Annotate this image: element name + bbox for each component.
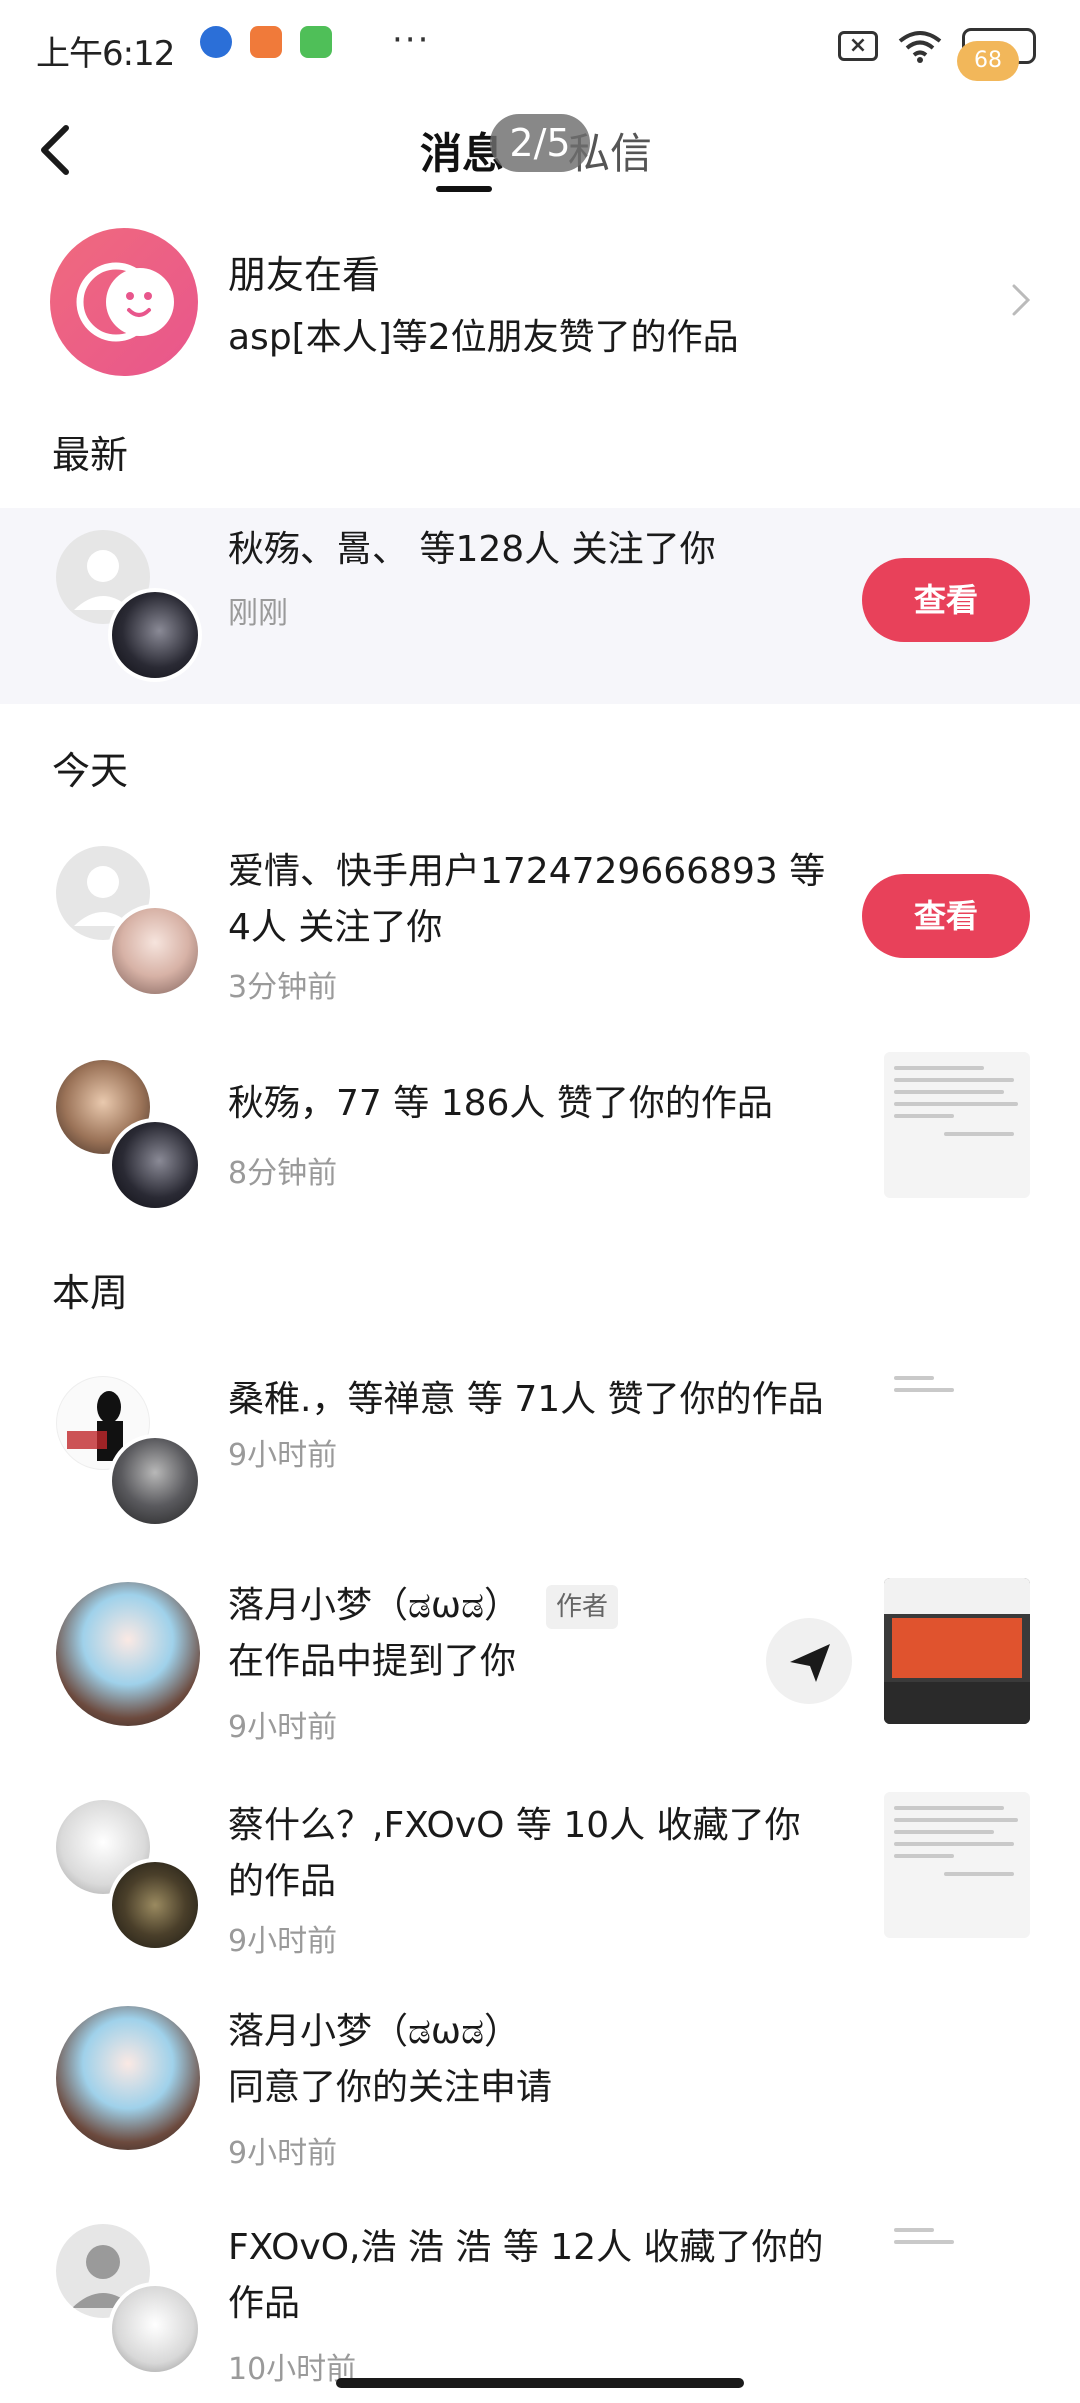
avatar (56, 2006, 200, 2150)
notification-item[interactable]: 秋殇，77 等 186人 赞了你的作品 8分钟前 (0, 1050, 1080, 1220)
home-indicator[interactable] (336, 2378, 744, 2388)
telegram-icon (200, 26, 232, 58)
notification-time: 9小时前 (228, 1438, 338, 1473)
notification-name-row: 落月小梦（ಡωಡ） 作者 (228, 1578, 619, 1634)
page-indicator: 2/5 (490, 114, 590, 172)
avatar-stack (56, 2006, 206, 2156)
section-label-latest: 最新 (52, 433, 129, 477)
notification-item[interactable]: 桑稚.，等禅意 等 71人 赞了你的作品 9小时前 (0, 1366, 1080, 1536)
post-thumbnail[interactable] (884, 1366, 1030, 1512)
status-time: 上午6:12 (36, 34, 175, 74)
friends-watching-title: 朋友在看 (228, 253, 381, 297)
view-button[interactable]: 查看 (862, 558, 1030, 642)
avatar (56, 1582, 200, 1726)
notification-item[interactable]: 蔡什么？,FXOvO 等 10人 收藏了你 的作品 9小时前 (0, 1790, 1080, 1960)
section-label-this-week: 本周 (52, 1271, 129, 1315)
post-thumbnail[interactable] (884, 1578, 1030, 1724)
avatar-stack (56, 1582, 206, 1732)
avatar-stack (56, 1800, 206, 1952)
notification-time: 9小时前 (228, 1924, 338, 1959)
wifi-icon (898, 31, 942, 63)
status-notification-icons (200, 26, 332, 58)
notification-time: 8分钟前 (228, 1156, 338, 1191)
more-notifications-icon: ··· (392, 20, 431, 60)
notification-item[interactable]: 落月小梦（ಡωಡ） 作者 在作品中提到了你 9小时前 (0, 1578, 1080, 1748)
notification-item[interactable]: 秋殇、暠、 等128人 关注了你 刚刚 查看 (0, 508, 1080, 704)
notification-time: 10小时前 (228, 2352, 357, 2384)
notification-item[interactable]: FXOvO,浩 浩 浩 等 12人 收藏了你的 作品 10小时前 (0, 2214, 1080, 2384)
notification-time: 9小时前 (228, 1710, 338, 1745)
friends-watching-icon (50, 228, 198, 376)
post-thumbnail[interactable] (884, 2220, 1030, 2366)
avatar-stack (56, 2224, 206, 2376)
avatar (108, 1118, 202, 1212)
notification-text: 秋殇、暠、 等128人 关注了你 (228, 529, 716, 570)
avatar (108, 1858, 202, 1952)
post-thumbnail[interactable] (884, 1052, 1030, 1198)
send-icon (790, 1644, 830, 1682)
avatar-stack (56, 1060, 206, 1212)
reply-button[interactable] (766, 1618, 852, 1704)
friends-watching-row[interactable]: 朋友在看 asp[本人]等2位朋友赞了的作品 (0, 220, 1080, 380)
notification-text-line1: FXOvO,浩 浩 浩 等 12人 收藏了你的 (228, 2227, 824, 2268)
notification-time: 9小时前 (228, 2136, 338, 2171)
status-system-icons: × 68 (838, 28, 1036, 81)
active-tab-indicator (436, 186, 492, 192)
header: 消息 私信 2/5 (0, 100, 1080, 200)
notification-item[interactable]: 爱情、快手用户1724729666893 等 4人 关注了你 3分钟前 查看 (0, 836, 1080, 1006)
notification-text-line1: 爱情、快手用户1724729666893 等 (228, 851, 826, 892)
download-icon (300, 26, 332, 58)
notification-text-line2: 的作品 (228, 1861, 337, 1902)
avatar-stack (56, 846, 206, 998)
battery-level: 68 (957, 41, 1019, 81)
chevron-right-icon (1012, 284, 1031, 316)
avatar (108, 1434, 202, 1528)
post-thumbnail[interactable] (884, 1792, 1030, 1938)
notification-text-line1: 蔡什么？,FXOvO 等 10人 收藏了你 (228, 1805, 801, 1846)
status-bar: 上午6:12 ··· × 68 (0, 0, 1080, 90)
notification-time: 3分钟前 (228, 970, 338, 1005)
notification-text: 在作品中提到了你 (228, 1641, 517, 1682)
section-label-today: 今天 (52, 749, 129, 793)
notification-time: 刚刚 (228, 596, 288, 631)
avatar (108, 2282, 202, 2376)
app-notification-icon (250, 26, 282, 58)
back-button[interactable] (32, 120, 82, 180)
avatar-stack (56, 530, 206, 682)
view-button[interactable]: 查看 (862, 874, 1030, 958)
friends-watching-subtitle: asp[本人]等2位朋友赞了的作品 (228, 317, 739, 358)
author-badge: 作者 (546, 1585, 619, 1629)
notification-item[interactable]: 落月小梦（ಡωಡ） 同意了你的关注申请 9小时前 (0, 2004, 1080, 2171)
avatar (108, 904, 202, 998)
notification-text: 秋殇，77 等 186人 赞了你的作品 (228, 1083, 773, 1124)
user-name[interactable]: 落月小梦（ಡωಡ） (228, 2004, 520, 2060)
battery-icon: 68 (957, 28, 1036, 81)
user-name[interactable]: 落月小梦（ಡωಡ） (228, 1585, 520, 1626)
notification-text-line2: 4人 关注了你 (228, 907, 443, 948)
notification-text: 桑稚.，等禅意 等 71人 赞了你的作品 (228, 1379, 824, 1420)
avatar (108, 588, 202, 682)
no-sim-icon: × (838, 31, 878, 61)
notification-text: 同意了你的关注申请 (228, 2067, 553, 2108)
notification-text-line2: 作品 (228, 2283, 301, 2324)
avatar-stack (56, 1376, 206, 1528)
